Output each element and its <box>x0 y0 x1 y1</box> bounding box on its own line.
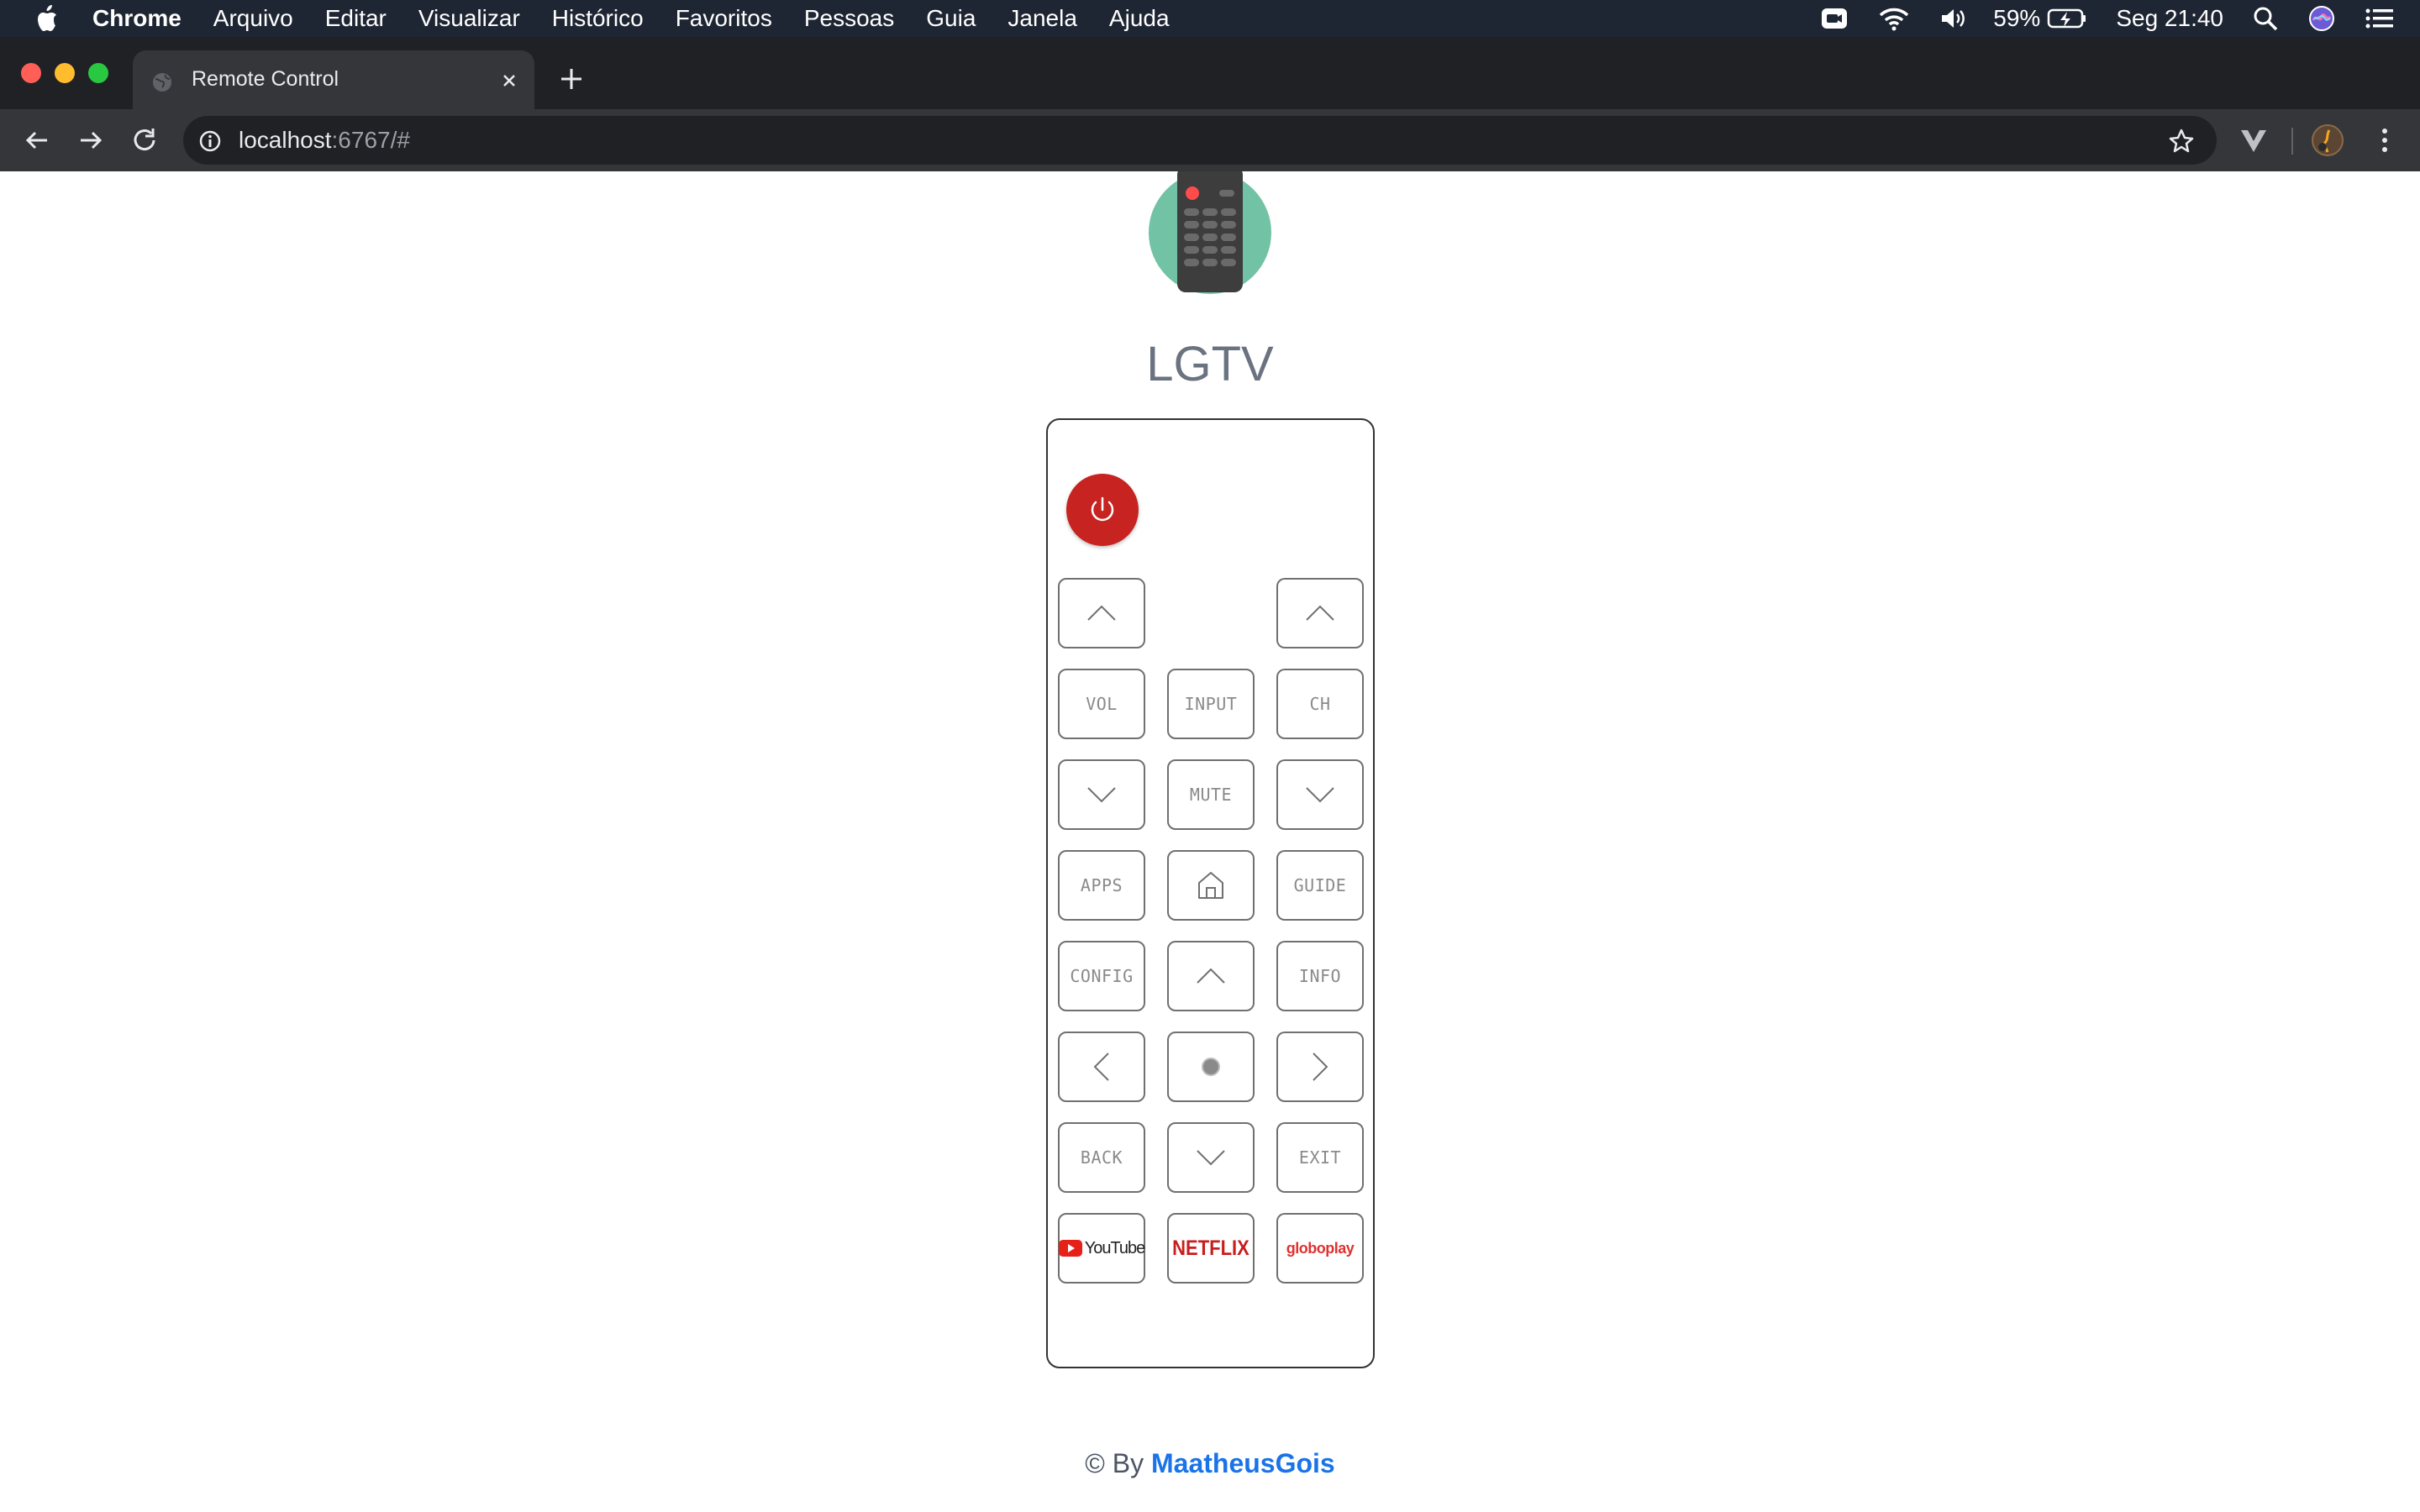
nav-left-button[interactable] <box>1058 1032 1145 1102</box>
list-icon[interactable] <box>2365 6 2395 31</box>
vivaldi-icon[interactable] <box>2237 123 2270 157</box>
page-title: LGTV <box>1146 337 1274 391</box>
back-arrow-icon[interactable] <box>20 123 54 157</box>
channel-down-button[interactable] <box>1276 759 1364 830</box>
url-host: localhost <box>239 127 332 153</box>
more-icon[interactable] <box>2368 123 2402 157</box>
window-maximize-button[interactable] <box>88 63 108 83</box>
volume-icon[interactable] <box>1939 6 1968 31</box>
youtube-play-icon <box>1058 1240 1082 1257</box>
menu-historico[interactable]: Histórico <box>552 5 644 32</box>
globoplay-button[interactable]: globoplay <box>1276 1213 1364 1284</box>
chevron-down-icon <box>1087 787 1116 803</box>
chevron-down-icon <box>1197 1150 1225 1166</box>
footer-prefix: © By <box>1085 1448 1144 1478</box>
volume-up-button[interactable] <box>1058 578 1145 648</box>
camera-icon[interactable] <box>1820 6 1849 31</box>
menu-favoritos[interactable]: Favoritos <box>676 5 772 32</box>
chevron-up-icon <box>1197 968 1225 984</box>
ch-button[interactable]: CH <box>1276 669 1364 739</box>
menu-clock[interactable]: Seg 21:40 <box>2116 5 2223 32</box>
menu-guia[interactable]: Guia <box>926 5 976 32</box>
tab-title: Remote Control <box>192 67 339 91</box>
power-icon <box>1091 496 1114 522</box>
address-bar[interactable]: localhost:6767/# <box>183 116 2217 165</box>
youtube-label: YouTube <box>1084 1238 1146 1257</box>
input-button[interactable]: INPUT <box>1167 669 1255 739</box>
siri-icon[interactable] <box>2307 4 2336 33</box>
menu-ajuda[interactable]: Ajuda <box>1109 5 1170 32</box>
footer: © By MaatheusGois <box>0 1448 2420 1479</box>
chevron-up-icon <box>1087 605 1116 621</box>
channel-up-button[interactable] <box>1276 578 1364 648</box>
youtube-button[interactable]: YouTube <box>1058 1213 1145 1284</box>
remote-control-panel: VOL INPUT CH MUTE APPS GUIDE CONFIG INFO <box>1046 418 1375 1368</box>
power-button[interactable] <box>1066 474 1139 546</box>
battery-percentage: 59% <box>1993 5 2041 31</box>
home-button[interactable] <box>1167 850 1255 921</box>
menu-arquivo[interactable]: Arquivo <box>213 5 293 32</box>
window-close-button[interactable] <box>21 63 41 83</box>
remote-logo-icon <box>1149 171 1271 294</box>
macos-menu-bar: Chrome Arquivo Editar Visualizar Históri… <box>0 0 2420 37</box>
star-icon[interactable] <box>2168 128 2195 155</box>
nav-right-button[interactable] <box>1276 1032 1364 1102</box>
chevron-down-icon <box>1306 787 1334 803</box>
browser-tab-strip: Remote Control <box>0 37 2420 109</box>
menu-bar-status-area: 59% Seg 21:40 <box>1791 0 2395 37</box>
menu-editar[interactable]: Editar <box>325 5 387 32</box>
apple-icon[interactable] <box>34 4 59 33</box>
menu-janela[interactable]: Janela <box>1007 5 1077 32</box>
nav-down-button[interactable] <box>1167 1122 1255 1193</box>
url-text[interactable]: localhost:6767/# <box>239 127 410 154</box>
menu-pessoas[interactable]: Pessoas <box>804 5 894 32</box>
guide-button[interactable]: GUIDE <box>1276 850 1364 921</box>
info-button[interactable]: INFO <box>1276 941 1364 1011</box>
plus-icon[interactable] <box>558 66 585 92</box>
chevron-right-icon <box>1313 1053 1328 1081</box>
menu-app-name[interactable]: Chrome <box>92 5 182 32</box>
forward-arrow-icon[interactable] <box>74 123 108 157</box>
globe-icon <box>153 73 171 92</box>
profile-avatar[interactable] <box>2311 123 2344 157</box>
vol-button[interactable]: VOL <box>1058 669 1145 739</box>
nav-up-button[interactable] <box>1167 941 1255 1011</box>
netflix-button[interactable]: NETFLIX <box>1167 1213 1255 1284</box>
config-button[interactable]: CONFIG <box>1058 941 1145 1011</box>
globoplay-logo: globoplay <box>1286 1239 1355 1257</box>
wifi-icon[interactable] <box>1877 6 1911 31</box>
back-button[interactable]: BACK <box>1058 1122 1145 1193</box>
volume-down-button[interactable] <box>1058 759 1145 830</box>
chevron-up-icon <box>1306 605 1334 621</box>
menu-visualizar[interactable]: Visualizar <box>418 5 520 32</box>
author-link[interactable]: MaatheusGois <box>1151 1448 1335 1478</box>
browser-toolbar: localhost:6767/# <box>0 109 2420 171</box>
info-icon[interactable] <box>198 129 222 153</box>
netflix-logo: NETFLIX <box>1172 1236 1249 1260</box>
apps-button[interactable]: APPS <box>1058 850 1145 921</box>
browser-tab[interactable]: Remote Control <box>133 50 534 109</box>
search-icon[interactable] <box>2252 5 2279 32</box>
page-content: LGTV VOL INPUT CH MUTE APPS GUIDE CONFIG… <box>0 171 2420 1512</box>
home-icon <box>1198 872 1223 899</box>
url-path: :6767/# <box>331 127 410 153</box>
ok-dot-icon <box>1202 1058 1220 1076</box>
reload-icon[interactable] <box>128 123 161 157</box>
battery-icon[interactable] <box>2047 7 2087 30</box>
chevron-left-icon <box>1093 1053 1109 1081</box>
ok-button[interactable] <box>1167 1032 1255 1102</box>
mute-button[interactable]: MUTE <box>1167 759 1255 830</box>
youtube-logo: YouTube <box>1058 1238 1146 1258</box>
window-minimize-button[interactable] <box>55 63 75 83</box>
toolbar-divider <box>2291 128 2293 155</box>
exit-button[interactable]: EXIT <box>1276 1122 1364 1193</box>
close-icon[interactable] <box>497 69 521 92</box>
